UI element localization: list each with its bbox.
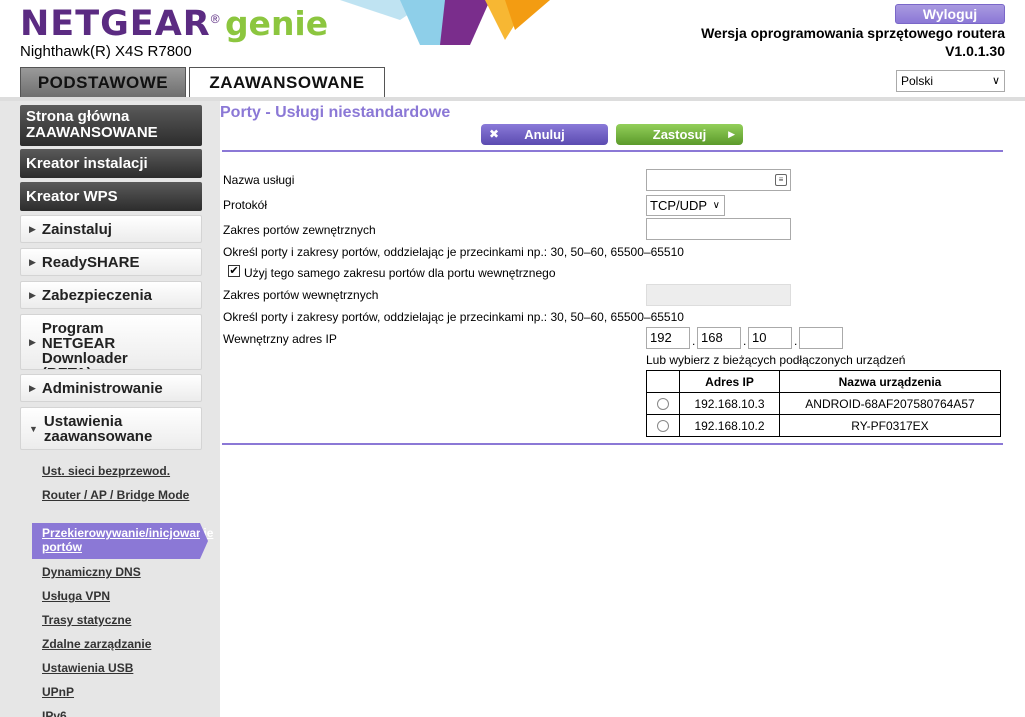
chevron-down-icon: ∨: [712, 200, 720, 211]
firmware-label: Wersja oprogramowania sprzętowego router…: [701, 25, 1005, 41]
sidebar-advanced-home[interactable]: Strona główna ZAAWANSOWANE: [20, 105, 202, 146]
apply-button[interactable]: Zastosuj ▶: [616, 124, 743, 145]
external-range-input[interactable]: [646, 218, 791, 240]
external-range-hint: Określ porty i zakresy portów, oddzielaj…: [223, 245, 684, 259]
sidebar-item-wireless-settings[interactable]: Ust. sieci bezprzewod.: [42, 464, 192, 478]
protocol-value: TCP/UDP: [650, 198, 708, 213]
sidebar-item-port-forwarding[interactable]: Przekierowywanie/inicjowanie portów: [32, 523, 213, 559]
cancel-label: Anuluj: [524, 127, 565, 142]
page-title: Porty - Usługi niestandardowe: [220, 104, 451, 121]
same-range-label: Użyj tego samego zakresu portów dla port…: [244, 266, 556, 280]
sidebar-section-security[interactable]: ▶ Zabezpieczenia: [20, 281, 202, 309]
external-range-label: Zakres portów zewnętrznych: [223, 223, 376, 237]
triangle-right-icon: ▶: [29, 223, 36, 234]
table-row: 192.168.10.3 ANDROID-68AF207580764A57: [646, 392, 1001, 415]
netgear-genie-logo: NETGEAR® genie: [20, 4, 328, 44]
internal-range-label: Zakres portów wewnętrznych: [223, 288, 379, 302]
service-name-label: Nazwa usługi: [223, 173, 295, 187]
sidebar-item-upnp[interactable]: UPnP: [42, 685, 192, 699]
sidebar-section-readyshare[interactable]: ▶ ReadySHARE: [20, 248, 202, 276]
sidebar-section-label: Program NETGEAR Downloader (BETA): [41, 320, 128, 369]
internal-range-input: [646, 284, 791, 306]
device-select-cell: [646, 414, 680, 437]
device-name: RY-PF0317EX: [779, 414, 1001, 437]
sidebar-section-administration[interactable]: ▶ Administrowanie: [20, 374, 202, 402]
device-ip: 192.168.10.3: [679, 392, 780, 415]
table-row: 192.168.10.2 RY-PF0317EX: [646, 414, 1001, 437]
language-value: Polski: [901, 74, 934, 88]
sidebar: Strona główna ZAAWANSOWANE Kreator insta…: [0, 101, 220, 717]
sidebar-section-setup[interactable]: ▶ Zainstaluj: [20, 215, 202, 243]
main-tabs: PODSTAWOWE ZAAWANSOWANE: [20, 67, 385, 99]
ip-dot: .: [743, 334, 747, 348]
device-select-cell: [646, 392, 680, 415]
devices-caption: Lub wybierz z bieżących podłączonych urz…: [646, 353, 906, 367]
sidebar-item-static-routes[interactable]: Trasy statyczne: [42, 613, 192, 627]
sidebar-item-router-ap-bridge[interactable]: Router / AP / Bridge Mode: [42, 488, 192, 502]
ip-octet-3[interactable]: 10: [748, 327, 792, 349]
internal-ip-label: Wewnętrzny adres IP: [223, 332, 337, 346]
brand-registered-mark: ®: [210, 12, 220, 26]
triangle-right-icon: ▶: [29, 256, 36, 267]
brand-name: NETGEAR: [20, 4, 211, 44]
device-name: ANDROID-68AF207580764A57: [779, 392, 1001, 415]
devices-table: Adres IP Nazwa urządzenia 192.168.10.3 A…: [646, 370, 1001, 437]
header-decoration: [340, 0, 550, 45]
tab-advanced[interactable]: ZAAWANSOWANE: [189, 67, 385, 99]
protocol-select[interactable]: TCP/UDP ∨: [646, 195, 725, 216]
divider-bottom: [222, 443, 1003, 445]
logout-button[interactable]: Wyloguj: [895, 4, 1005, 24]
sidebar-item-ipv6[interactable]: IPv6: [42, 709, 192, 717]
protocol-label: Protokół: [223, 198, 268, 212]
contact-card-icon: ≡: [775, 174, 787, 186]
triangle-right-icon: ▶: [29, 289, 36, 300]
sidebar-item-usb-settings[interactable]: Ustawienia USB: [42, 661, 192, 675]
triangle-down-icon: ▼: [29, 423, 38, 434]
ip-dot: .: [692, 334, 696, 348]
ip-octet-4[interactable]: [799, 327, 843, 349]
product-name: genie: [224, 4, 329, 43]
apply-label: Zastosuj: [652, 127, 707, 142]
sidebar-item-vpn[interactable]: Usługa VPN: [42, 589, 192, 603]
sidebar-item-remote-management[interactable]: Zdalne zarządzanie: [42, 637, 192, 651]
sidebar-section-downloader[interactable]: ▶ Program NETGEAR Downloader (BETA): [20, 314, 202, 370]
cancel-button[interactable]: ✖ Anuluj: [481, 124, 608, 145]
language-select[interactable]: Polski ∨: [896, 70, 1005, 92]
firmware-version: V1.0.1.30: [945, 43, 1005, 59]
ip-octet-2[interactable]: 168: [697, 327, 741, 349]
ip-dot: .: [794, 334, 798, 348]
device-radio[interactable]: [657, 398, 669, 411]
triangle-right-icon: ▶: [29, 337, 36, 347]
chevron-right-icon: ▶: [728, 129, 735, 139]
triangle-right-icon: ▶: [29, 382, 36, 393]
sidebar-section-label: Ustawienia zaawansowane: [43, 412, 153, 445]
devices-table-header: Adres IP Nazwa urządzenia: [646, 370, 1001, 393]
internal-range-hint: Określ porty i zakresy portów, oddzielaj…: [223, 310, 684, 324]
sidebar-item-dynamic-dns[interactable]: Dynamiczny DNS: [42, 565, 192, 579]
divider-top: [222, 150, 1003, 152]
column-header-select: [646, 370, 680, 393]
chevron-down-icon: ∨: [991, 75, 1000, 87]
sidebar-section-label: Administrowanie: [41, 379, 163, 397]
sidebar-setup-wizard[interactable]: Kreator instalacji: [20, 149, 202, 178]
device-ip: 192.168.10.2: [679, 414, 780, 437]
column-header-device-name: Nazwa urządzenia: [779, 370, 1001, 393]
service-name-input[interactable]: ≡: [646, 169, 791, 191]
sidebar-section-label: ReadySHARE: [41, 253, 140, 271]
column-header-ip: Adres IP: [679, 370, 780, 393]
same-range-checkbox[interactable]: ✔: [228, 265, 240, 277]
sidebar-section-advanced-setup[interactable]: ▼ Ustawienia zaawansowane: [20, 407, 202, 450]
sidebar-section-label: Zabezpieczenia: [41, 286, 152, 304]
sidebar-section-label: Zainstaluj: [41, 220, 112, 238]
ip-octet-1[interactable]: 192: [646, 327, 690, 349]
router-model: Nighthawk(R) X4S R7800: [20, 43, 192, 60]
sidebar-wps-wizard[interactable]: Kreator WPS: [20, 182, 202, 211]
device-radio[interactable]: [657, 420, 669, 433]
tab-basic[interactable]: PODSTAWOWE: [20, 67, 186, 98]
